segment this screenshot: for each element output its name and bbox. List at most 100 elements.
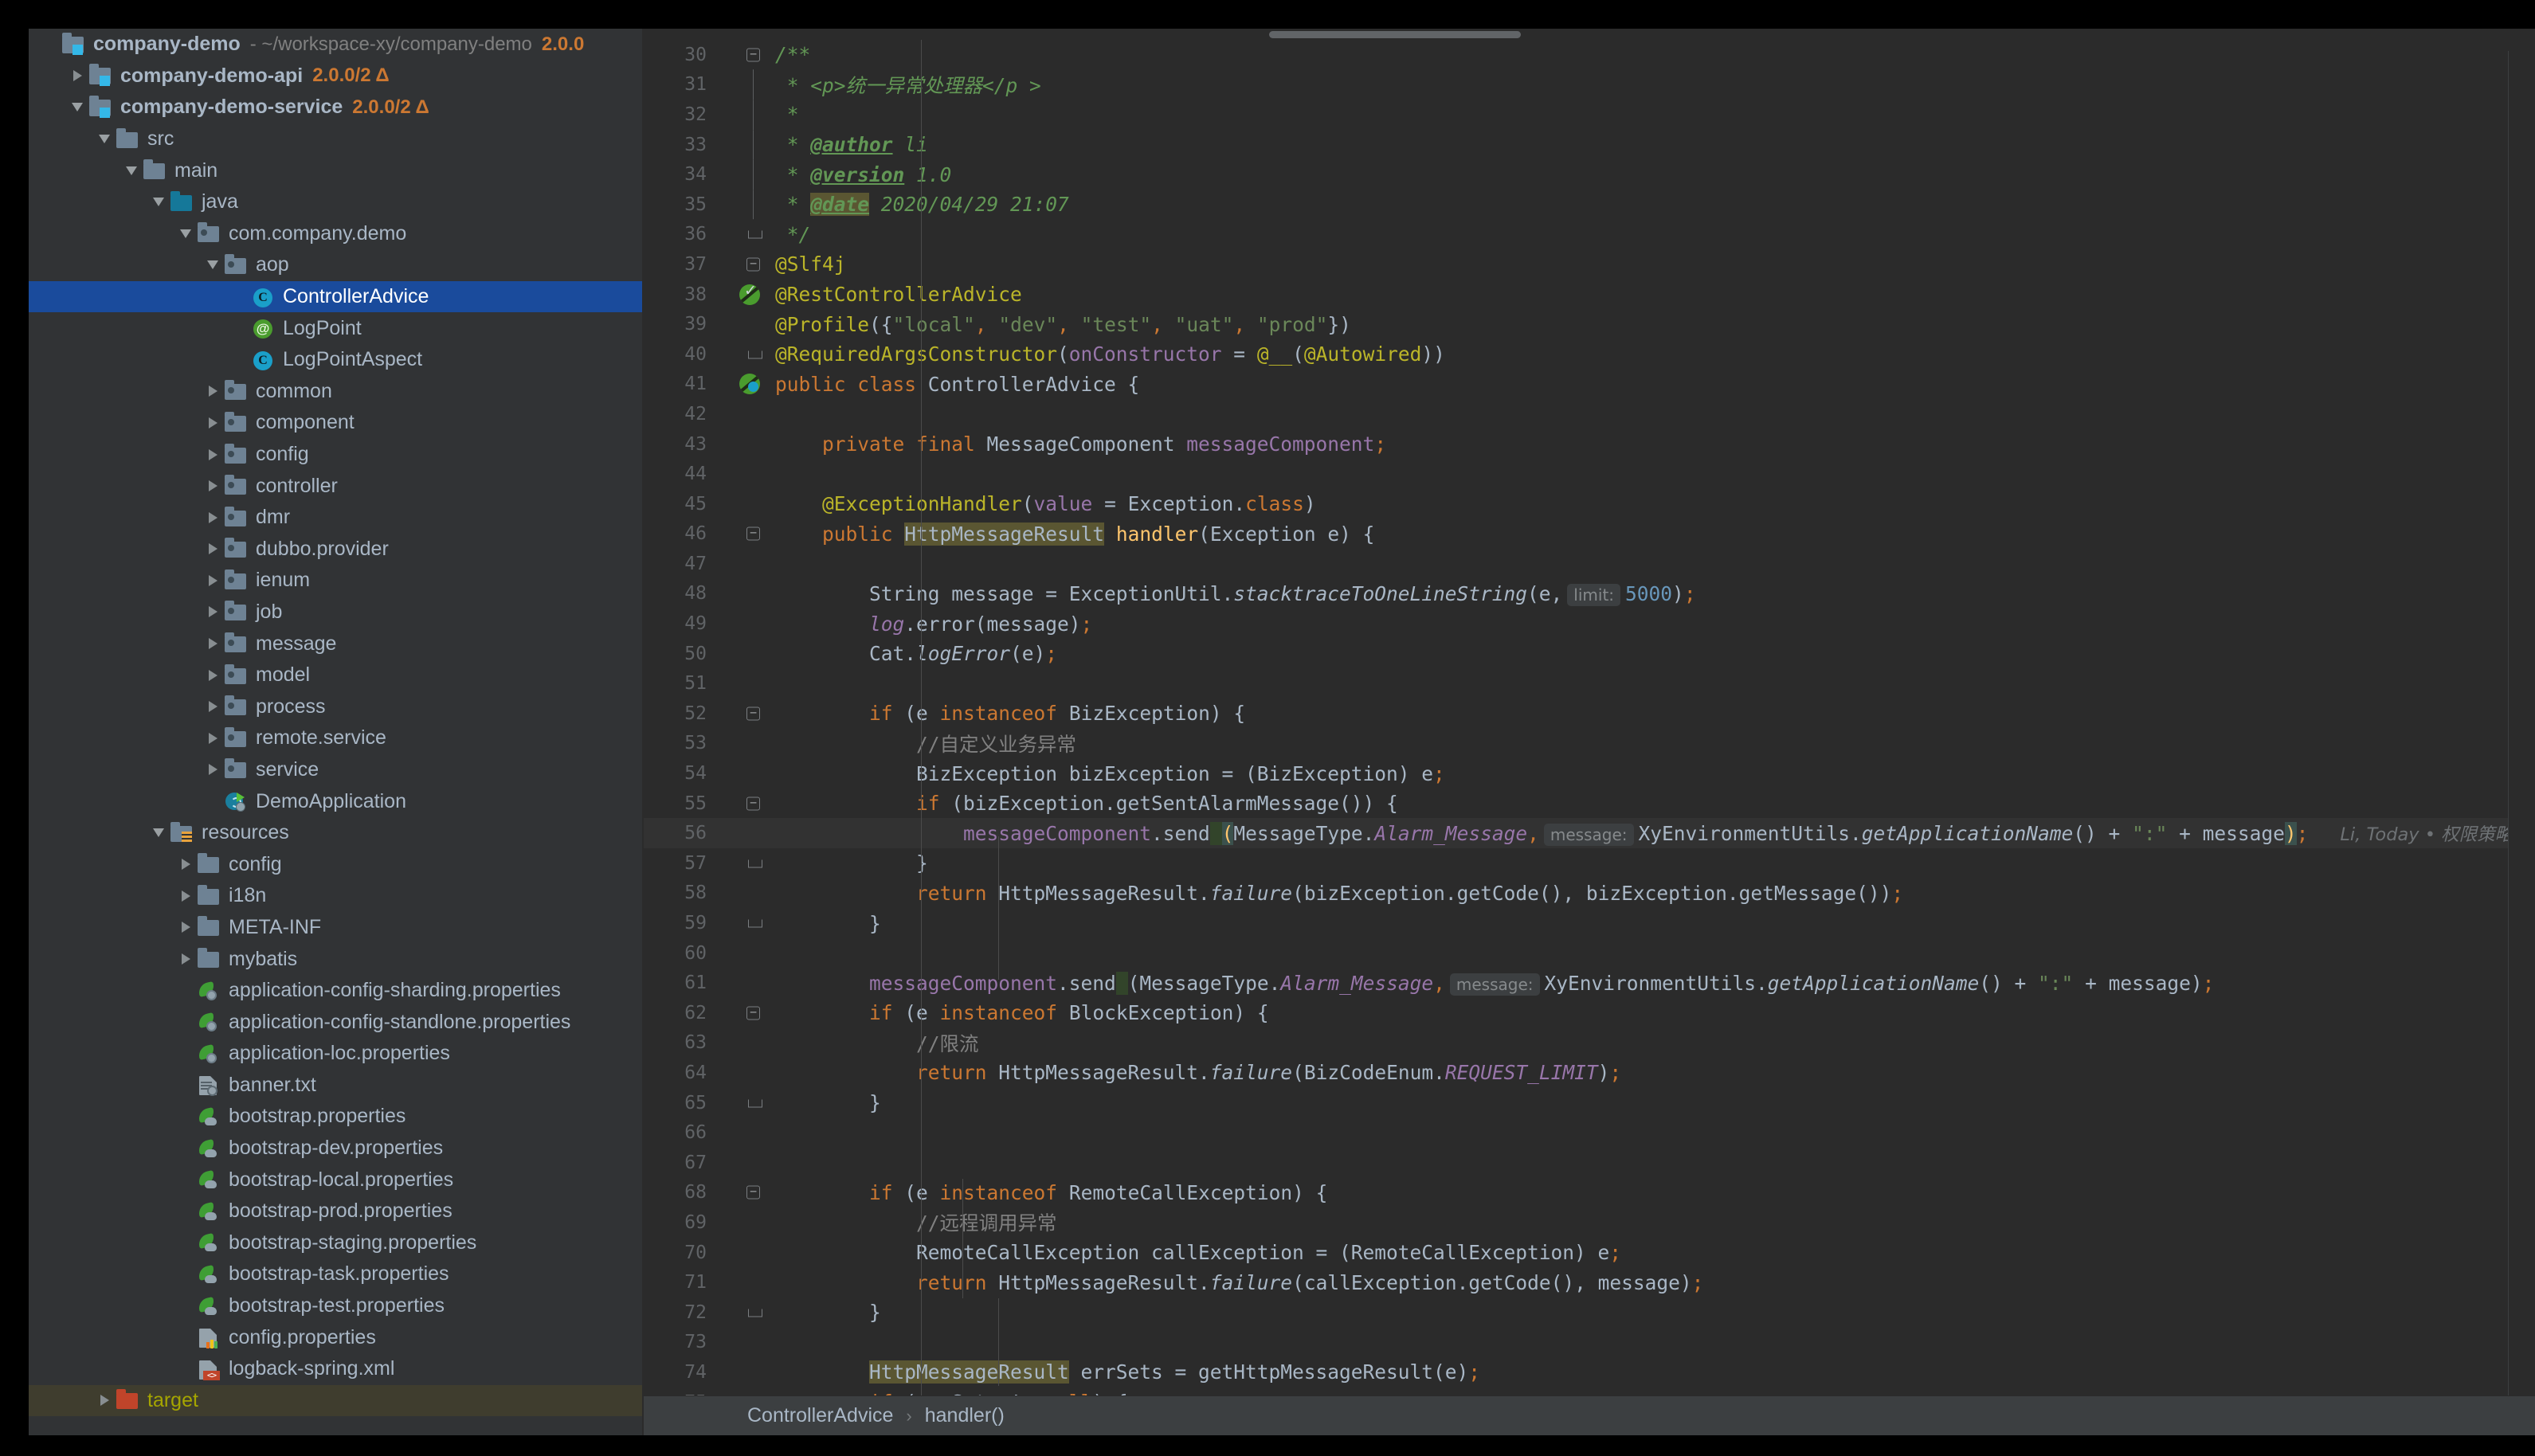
project-tree[interactable]: company-demo - ~/workspace-xy/company-dem… (29, 29, 642, 1417)
tree-item-config-properties[interactable]: config.properties (29, 1321, 642, 1353)
code-text[interactable]: } (775, 912, 2535, 935)
fold-collapse-icon[interactable]: − (746, 1006, 760, 1020)
code-line[interactable]: 31 * <p>统一异常处理器</p > (644, 69, 2535, 100)
tree-item-config[interactable]: config (29, 848, 642, 880)
gutter-icons[interactable] (718, 309, 775, 339)
code-line[interactable]: 66 (644, 1117, 2535, 1148)
code-line[interactable]: 52 − if (e instanceof BizException) { (644, 699, 2535, 729)
gutter-icons[interactable]: − (718, 699, 775, 729)
code-line[interactable]: 58 return HttpMessageResult.failure(bizE… (644, 879, 2535, 909)
tree-item-demoapplication[interactable]: DemoApplication (29, 785, 642, 817)
gutter-icons[interactable]: − (718, 998, 775, 1028)
code-text[interactable]: return HttpMessageResult.failure(bizExce… (775, 882, 2535, 905)
chevron-right-icon[interactable] (202, 502, 223, 534)
gutter-icons[interactable] (718, 1058, 775, 1088)
fold-collapse-icon[interactable]: − (746, 1185, 760, 1200)
chevron-down-icon[interactable] (67, 92, 88, 123)
code-text[interactable]: HttpMessageResult errSets = getHttpMessa… (775, 1360, 2535, 1384)
code-line[interactable]: 41 public class ControllerAdvice { (644, 370, 2535, 400)
project-tool-window[interactable]: company-demo - ~/workspace-xy/company-dem… (29, 29, 642, 1435)
gutter-icons[interactable] (718, 1028, 775, 1059)
code-line[interactable]: 75− if (errSets != null) { (644, 1388, 2535, 1395)
code-text[interactable]: RemoteCallException callException = (Rem… (775, 1241, 2535, 1264)
gutter-icons[interactable]: − (718, 519, 775, 550)
code-line[interactable]: 38 @RestControllerAdvice (644, 280, 2535, 310)
spring-bean-class-icon[interactable] (739, 374, 760, 395)
tree-item-main[interactable]: main (29, 155, 642, 186)
chevron-right-icon[interactable] (175, 880, 196, 912)
tree-item-application-config-sharding-properties[interactable]: application-config-sharding.properties (29, 975, 642, 1007)
gutter-icons[interactable] (718, 609, 775, 639)
code-text[interactable]: Cat.logError(e); (775, 642, 2535, 665)
code-text[interactable]: String message = ExceptionUtil.stacktrac… (775, 582, 2535, 606)
code-line[interactable]: 63 //限流 (644, 1028, 2535, 1059)
fold-collapse-icon[interactable]: − (746, 48, 760, 62)
tree-item-bootstrap-task-properties[interactable]: bootstrap-task.properties (29, 1258, 642, 1290)
gutter-icons[interactable] (718, 1267, 775, 1297)
gutter-icons[interactable] (718, 339, 775, 370)
chevron-right-icon[interactable] (202, 534, 223, 566)
code-line[interactable]: 54 BizException bizException = (BizExcep… (644, 758, 2535, 789)
code-line[interactable]: 35 * @date 2020/04/29 21:07 (644, 189, 2535, 220)
chevron-right-icon[interactable] (67, 61, 88, 92)
code-text[interactable]: @RestControllerAdvice (775, 283, 2535, 306)
tree-item-ienum[interactable]: ienum (29, 565, 642, 597)
code-text[interactable]: /** (775, 43, 2535, 66)
code-line[interactable]: 49 log.error(message); (644, 609, 2535, 639)
tree-item-service[interactable]: service (29, 754, 642, 786)
chevron-right-icon[interactable] (202, 439, 223, 471)
code-text[interactable]: return HttpMessageResult.failure(BizCode… (775, 1061, 2535, 1084)
gutter-icons[interactable] (718, 69, 775, 100)
code-line[interactable]: 56 messageComponent.send (MessageType.Al… (644, 818, 2535, 849)
fold-end-icon[interactable] (748, 1309, 762, 1317)
tree-item-model[interactable]: model (29, 660, 642, 691)
code-line[interactable]: 67 (644, 1148, 2535, 1178)
fold-end-icon[interactable] (748, 350, 762, 359)
gutter-icons[interactable] (718, 879, 775, 909)
gutter-icons[interactable] (718, 129, 775, 160)
chevron-right-icon[interactable] (202, 407, 223, 439)
tree-item-bootstrap-properties[interactable]: bootstrap.properties (29, 1101, 642, 1133)
chevron-down-icon[interactable] (202, 249, 223, 281)
code-line[interactable]: 57 } (644, 848, 2535, 879)
code-text[interactable]: @RequiredArgsConstructor(onConstructor =… (775, 342, 2535, 366)
marker-gutter[interactable] (2508, 51, 2535, 1395)
gutter-icons[interactable] (718, 1088, 775, 1118)
gutter-icons[interactable] (718, 938, 775, 969)
code-line[interactable]: 36 */ (644, 220, 2535, 250)
code-line[interactable]: 34 * @version 1.0 (644, 159, 2535, 190)
code-line[interactable]: 72 } (644, 1297, 2535, 1328)
code-line[interactable]: 55 − if (bizException.getSentAlarmMessage… (644, 789, 2535, 819)
gutter-icons[interactable] (718, 639, 775, 669)
code-line[interactable]: 69 //远程调用异常 (644, 1207, 2535, 1238)
tree-item-i18n[interactable]: i18n (29, 880, 642, 912)
gutter-icons[interactable] (718, 280, 775, 310)
code-line[interactable]: 39 @Profile({"local", "dev", "test", "uat… (644, 309, 2535, 339)
tree-item-target[interactable]: target (29, 1384, 642, 1417)
chevron-right-icon[interactable] (94, 1385, 115, 1417)
chevron-right-icon[interactable] (202, 691, 223, 722)
code-line[interactable]: 74 HttpMessageResult errSets = getHttpMe… (644, 1357, 2535, 1388)
code-text[interactable]: public HttpMessageResult handler(Excepti… (775, 522, 2535, 546)
gutter-icons[interactable]: − (718, 1388, 775, 1396)
code-line[interactable]: 32 * (644, 100, 2535, 130)
tree-item-mybatis[interactable]: mybatis (29, 943, 642, 975)
code-text[interactable]: @Profile({"local", "dev", "test", "uat",… (775, 313, 2535, 336)
tree-item-controller[interactable]: controller (29, 470, 642, 502)
tree-item-company-demo-api[interactable]: company-demo-api 2.0.0/2 Δ (29, 61, 642, 92)
code-text[interactable]: BizException bizException = (BizExceptio… (775, 762, 2535, 785)
code-line[interactable]: 51 (644, 668, 2535, 699)
tree-item-java[interactable]: java (29, 186, 642, 218)
gutter-icons[interactable] (718, 729, 775, 759)
code-text[interactable]: } (775, 1091, 2535, 1114)
code-text[interactable]: if (errSets != null) { (775, 1391, 2535, 1395)
gutter-icons[interactable]: − (718, 1178, 775, 1208)
chevron-down-icon[interactable] (148, 186, 169, 218)
gutter-icons[interactable]: − (718, 249, 775, 280)
code-line[interactable]: 40 @RequiredArgsConstructor(onConstructor… (644, 339, 2535, 370)
code-line[interactable]: 50 Cat.logError(e); (644, 639, 2535, 669)
breadcrumb-method[interactable]: handler() (925, 1404, 1005, 1427)
gutter-icons[interactable] (718, 159, 775, 190)
code-text[interactable]: * @author li (775, 133, 2535, 156)
code-text[interactable]: return HttpMessageResult.failure(callExc… (775, 1271, 2535, 1294)
